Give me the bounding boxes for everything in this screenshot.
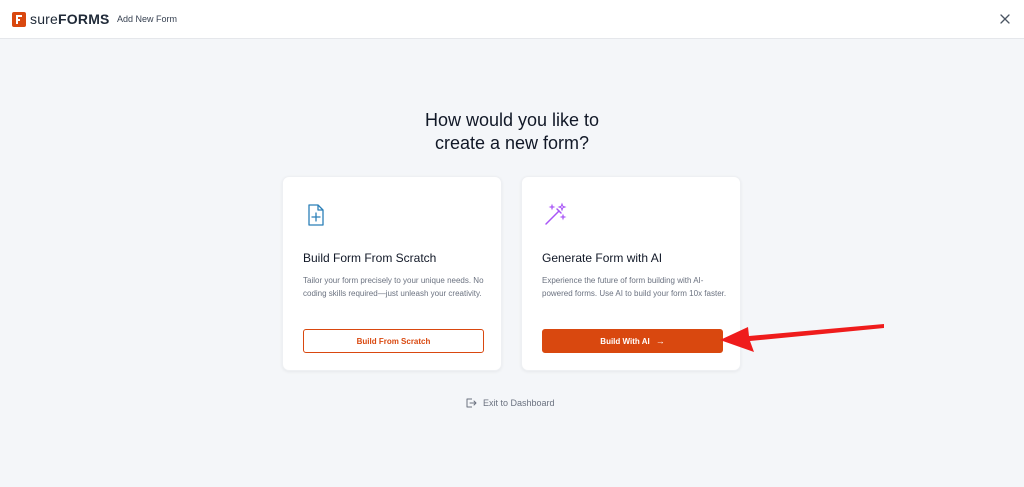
exit-label: Exit to Dashboard	[483, 398, 555, 408]
build-with-ai-button[interactable]: Build With AI →	[542, 329, 723, 353]
build-from-scratch-button[interactable]: Build From Scratch	[303, 329, 484, 353]
exit-to-dashboard-link[interactable]: Exit to Dashboard	[465, 397, 555, 409]
annotation-arrow	[720, 324, 884, 352]
file-plus-icon	[308, 204, 324, 226]
page-title: How would you like to create a new form?	[424, 110, 600, 153]
card-description: Experience the future of form building w…	[542, 276, 727, 298]
logo-text: sureFORMS	[30, 11, 110, 27]
top-bar: sureFORMS › Add New Form	[0, 0, 1024, 39]
card-title: Generate Form with AI	[542, 251, 663, 265]
card-title: Build Form From Scratch	[303, 251, 437, 265]
logout-icon	[466, 398, 477, 408]
sureforms-logo[interactable]: sureFORMS	[12, 11, 110, 27]
generate-with-ai-card[interactable]: Generate Form with AI Experience the fut…	[521, 176, 741, 371]
close-icon[interactable]	[997, 11, 1013, 27]
card-description: Tailor your form precisely to your uniqu…	[303, 276, 484, 298]
sureforms-logo-icon	[12, 11, 26, 27]
annotation-arrow-shape	[720, 324, 884, 352]
magic-wand-icon	[545, 202, 567, 225]
arrow-right-icon: →	[655, 336, 665, 346]
breadcrumb: Add New Form	[117, 14, 178, 24]
chevron-right-icon: ›	[104, 12, 108, 23]
button-label: Build With AI	[600, 336, 650, 346]
build-from-scratch-card[interactable]: Build Form From Scratch Tailor your form…	[282, 176, 502, 371]
